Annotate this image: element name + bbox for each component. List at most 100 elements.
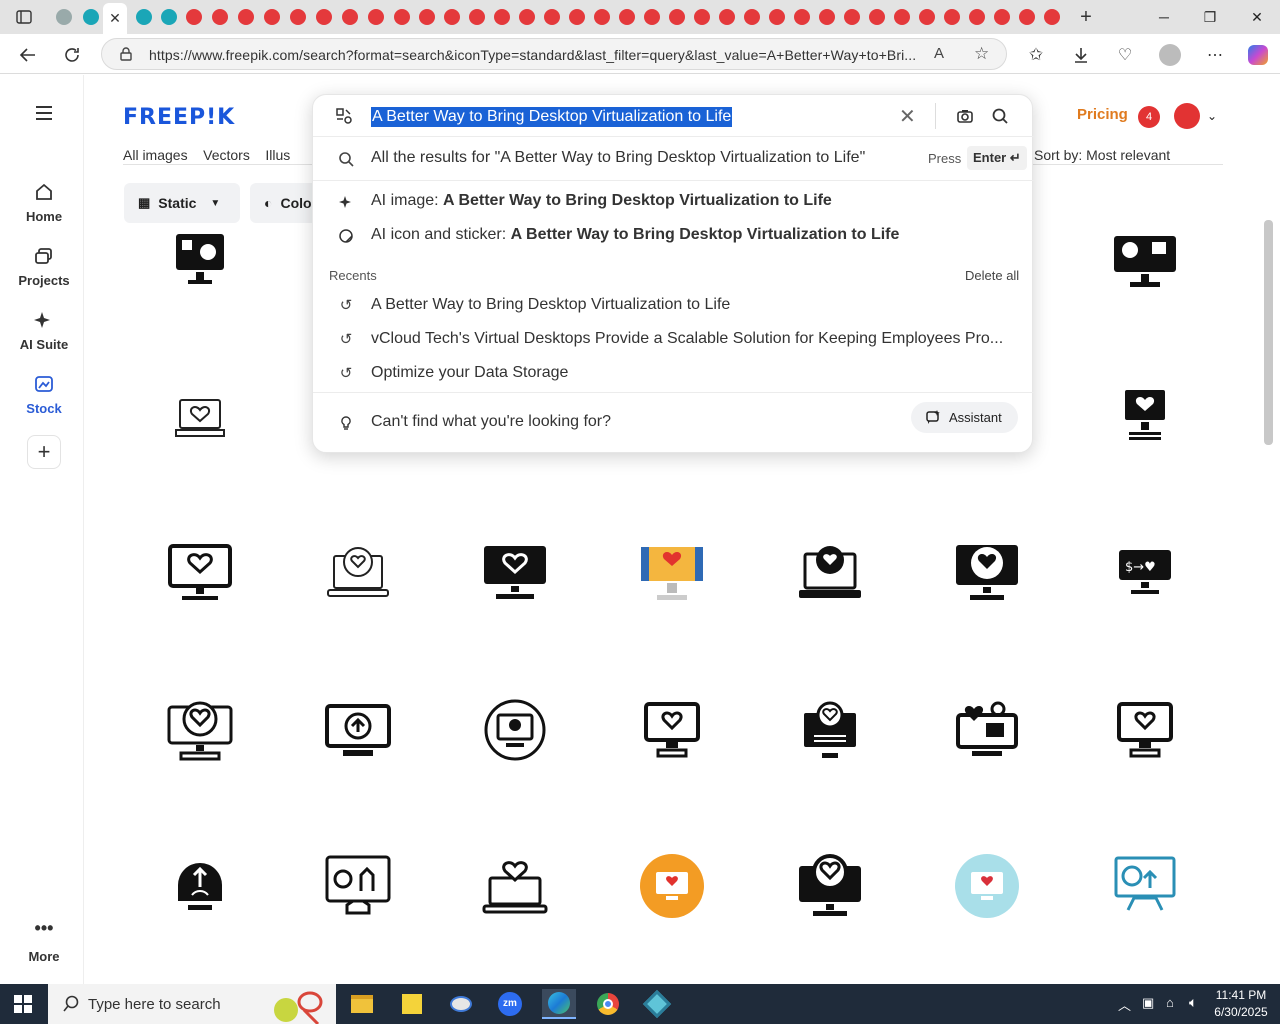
browser-tab[interactable] (157, 5, 181, 29)
nav-item-ai-suite[interactable]: AI Suite (4, 309, 84, 352)
result-icon[interactable] (637, 851, 707, 921)
result-icon[interactable] (795, 851, 865, 921)
result-icon[interactable] (165, 225, 235, 295)
browser-tab[interactable] (740, 5, 764, 29)
all-results-suggestion[interactable]: All the results for "A Better Way to Bri… (313, 139, 1034, 181)
settings-more-icon[interactable]: ⋯ (1204, 44, 1226, 66)
avatar[interactable] (1174, 103, 1200, 129)
browser-tab[interactable] (915, 5, 939, 29)
tab-actions-icon[interactable] (14, 7, 34, 27)
refresh-icon[interactable] (61, 44, 83, 66)
browser-tab[interactable] (815, 5, 839, 29)
result-icon[interactable] (952, 537, 1022, 607)
favorites-icon[interactable]: ✩ (1025, 44, 1047, 66)
profile-icon[interactable] (1159, 44, 1181, 66)
nav-item-stock[interactable]: Stock (4, 373, 84, 416)
browser-tab[interactable] (440, 5, 464, 29)
network-icon[interactable]: ⌂ (1166, 995, 1174, 1010)
browser-tab[interactable] (690, 5, 714, 29)
result-icon[interactable] (1110, 851, 1180, 921)
browser-tab[interactable] (79, 5, 103, 29)
browser-tab[interactable] (615, 5, 639, 29)
result-icon[interactable] (480, 851, 550, 921)
result-icon[interactable] (637, 695, 707, 765)
browser-tab[interactable] (132, 5, 156, 29)
browser-tab[interactable] (540, 5, 564, 29)
browser-tab[interactable] (840, 5, 864, 29)
volume-icon[interactable]: 🔈︎ (1189, 994, 1197, 1011)
camera-search-icon[interactable] (956, 107, 974, 125)
show-hidden-icons-icon[interactable]: ︿ (1118, 995, 1131, 1014)
browser-tab[interactable] (515, 5, 539, 29)
browser-tab[interactable] (765, 5, 789, 29)
result-icon[interactable] (1110, 225, 1180, 295)
browser-tab[interactable] (338, 5, 362, 29)
browser-tab[interactable] (890, 5, 914, 29)
result-icon[interactable] (480, 695, 550, 765)
paint-icon[interactable] (444, 989, 478, 1019)
browser-tab[interactable] (590, 5, 614, 29)
result-icon[interactable] (165, 537, 235, 607)
browser-tab[interactable] (790, 5, 814, 29)
search-icon[interactable] (991, 107, 1009, 125)
browser-tab[interactable] (990, 5, 1014, 29)
browser-essentials-icon[interactable]: ♡ (1114, 44, 1136, 66)
browser-tab[interactable] (234, 5, 258, 29)
result-icon[interactable] (952, 851, 1022, 921)
static-filter-button[interactable]: ▦ Static ▼ (124, 183, 240, 223)
browser-tab[interactable] (965, 5, 989, 29)
file-explorer-icon[interactable] (345, 989, 379, 1019)
close-tab-icon[interactable]: ✕ (109, 10, 121, 27)
zoom-icon[interactable]: zm (493, 989, 527, 1019)
result-icon[interactable] (323, 537, 393, 607)
browser-tab[interactable] (208, 5, 232, 29)
ai-image-suggestion[interactable]: AI image: A Better Way to Bring Desktop … (313, 185, 1034, 217)
new-tab-icon[interactable]: + (1076, 6, 1096, 28)
downloads-icon[interactable] (1070, 44, 1092, 66)
browser-tab[interactable] (364, 5, 388, 29)
add-button[interactable]: + (4, 435, 84, 469)
recent-search-item[interactable]: ↺ vCloud Tech's Virtual Desktops Provide… (313, 323, 1034, 355)
search-type-icon[interactable] (335, 107, 353, 125)
recent-search-item[interactable]: ↺ Optimize your Data Storage (313, 357, 1034, 389)
result-icon[interactable] (480, 537, 550, 607)
back-icon[interactable] (17, 44, 39, 66)
taskbar-search-box[interactable]: Type here to search (48, 984, 336, 1024)
browser-tab[interactable] (940, 5, 964, 29)
browser-tab[interactable] (260, 5, 284, 29)
result-icon[interactable] (952, 695, 1022, 765)
restore-icon[interactable]: ❐ (1187, 0, 1233, 34)
result-icon[interactable]: $→♥ (1110, 537, 1180, 607)
edge-icon[interactable] (542, 989, 576, 1019)
browser-tab[interactable] (465, 5, 489, 29)
search-input[interactable]: A Better Way to Bring Desktop Virtualiza… (371, 107, 733, 127)
browser-tab[interactable] (640, 5, 664, 29)
chrome-icon[interactable] (591, 989, 625, 1019)
ai-icon-suggestion[interactable]: AI icon and sticker: A Better Way to Bri… (313, 219, 1034, 251)
result-icon[interactable] (637, 537, 707, 607)
browser-tab[interactable] (312, 5, 336, 29)
browser-tab[interactable] (52, 5, 76, 29)
result-icon[interactable] (1110, 695, 1180, 765)
result-icon[interactable] (165, 695, 235, 765)
taskbar-clock[interactable]: 11:41 PM 6/30/2025 (1206, 987, 1276, 1021)
result-icon[interactable] (1110, 381, 1180, 451)
security-icon[interactable]: ▣ (1142, 995, 1154, 1011)
page-scrollbar[interactable] (1264, 220, 1273, 445)
assistant-button[interactable]: Assistant (911, 402, 1018, 433)
pricing-link[interactable]: Pricing (1077, 106, 1128, 123)
result-icon[interactable] (795, 695, 865, 765)
freepik-logo[interactable]: FREEP!K (123, 105, 235, 130)
browser-tab[interactable] (665, 5, 689, 29)
result-icon[interactable] (165, 851, 235, 921)
result-icon[interactable] (323, 851, 393, 921)
notifications-icon[interactable]: 4 (1138, 106, 1160, 128)
result-icon[interactable] (795, 537, 865, 607)
recent-search-item[interactable]: ↺ A Better Way to Bring Desktop Virtuali… (313, 289, 1034, 321)
browser-tab[interactable] (286, 5, 310, 29)
browser-tab-active[interactable]: ✕ (103, 3, 127, 34)
chevron-down-icon[interactable]: ⌄ (1207, 109, 1217, 123)
read-aloud-icon[interactable]: A (934, 45, 944, 62)
menu-icon[interactable] (34, 105, 54, 121)
copilot-icon[interactable] (1247, 44, 1269, 66)
